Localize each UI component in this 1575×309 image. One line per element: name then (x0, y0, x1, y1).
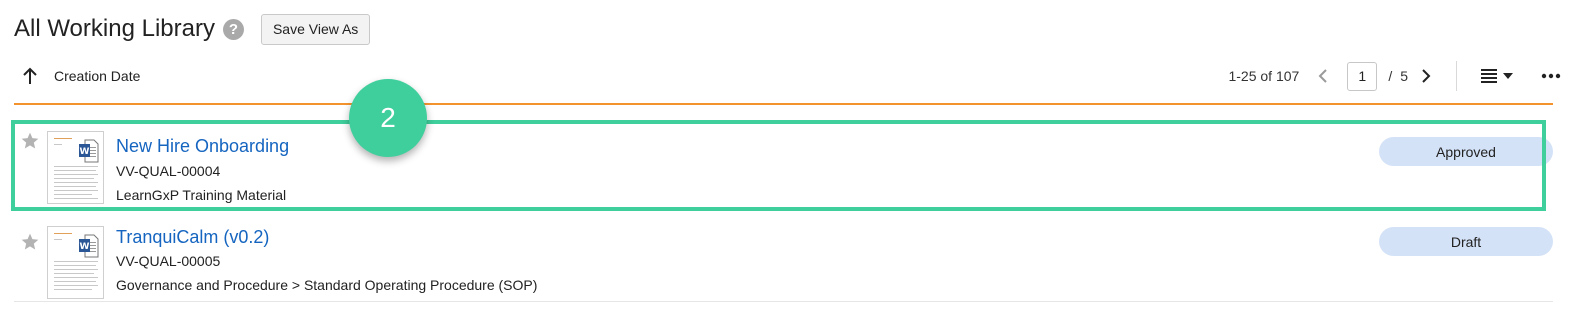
svg-text:W: W (80, 242, 90, 252)
result-range: 1-25 of 107 (1228, 68, 1300, 84)
chevron-left-icon[interactable] (1313, 66, 1333, 86)
caret-down-icon (1503, 73, 1513, 79)
document-title-link[interactable]: New Hire Onboarding (116, 136, 289, 157)
sort-toolbar: Creation Date 1-25 of 107 / 5 (14, 58, 1561, 94)
star-icon[interactable] (20, 131, 40, 151)
sort-field-label[interactable]: Creation Date (54, 68, 140, 84)
document-thumbnail[interactable]: W (47, 131, 104, 204)
word-document-icon: W (79, 139, 99, 163)
word-document-icon: W (79, 234, 99, 258)
document-title-link[interactable]: TranquiCalm (v0.2) (116, 227, 269, 248)
total-pages: 5 (1400, 68, 1408, 84)
save-view-as-button[interactable]: Save View As (260, 13, 371, 45)
arrow-up-icon[interactable] (20, 66, 40, 86)
document-thumbnail[interactable]: W (47, 226, 104, 299)
status-badge: Approved (1379, 137, 1553, 166)
svg-text:W: W (80, 147, 90, 157)
document-row[interactable]: W TranquiCalm (v0.2) VV-QUAL-00005 Gover… (14, 222, 1553, 302)
header-divider (14, 103, 1553, 105)
document-type: LearnGxP Training Material (116, 187, 287, 203)
document-number: VV-QUAL-00005 (116, 253, 221, 269)
more-options-icon[interactable] (1541, 66, 1561, 86)
toolbar-divider (1456, 61, 1457, 91)
step-callout-badge: 2 (349, 79, 427, 157)
list-icon (1481, 69, 1497, 83)
list-view-menu-button[interactable] (1481, 66, 1513, 86)
status-badge: Draft (1379, 227, 1553, 256)
chevron-right-icon[interactable] (1416, 66, 1436, 86)
document-type: Governance and Procedure > Standard Oper… (116, 277, 538, 293)
document-row[interactable]: W New Hire Onboarding VV-QUAL-00004 Lear… (14, 121, 1553, 211)
pagination: 1-25 of 107 / 5 (1228, 58, 1561, 94)
page-header: All Working Library ? Save View As (14, 12, 371, 46)
star-icon[interactable] (20, 232, 40, 252)
page-separator: / (1388, 68, 1393, 84)
page-number-input[interactable] (1347, 61, 1378, 91)
page-title: All Working Library (14, 15, 215, 42)
document-number: VV-QUAL-00004 (116, 163, 221, 179)
help-icon[interactable]: ? (222, 18, 244, 40)
